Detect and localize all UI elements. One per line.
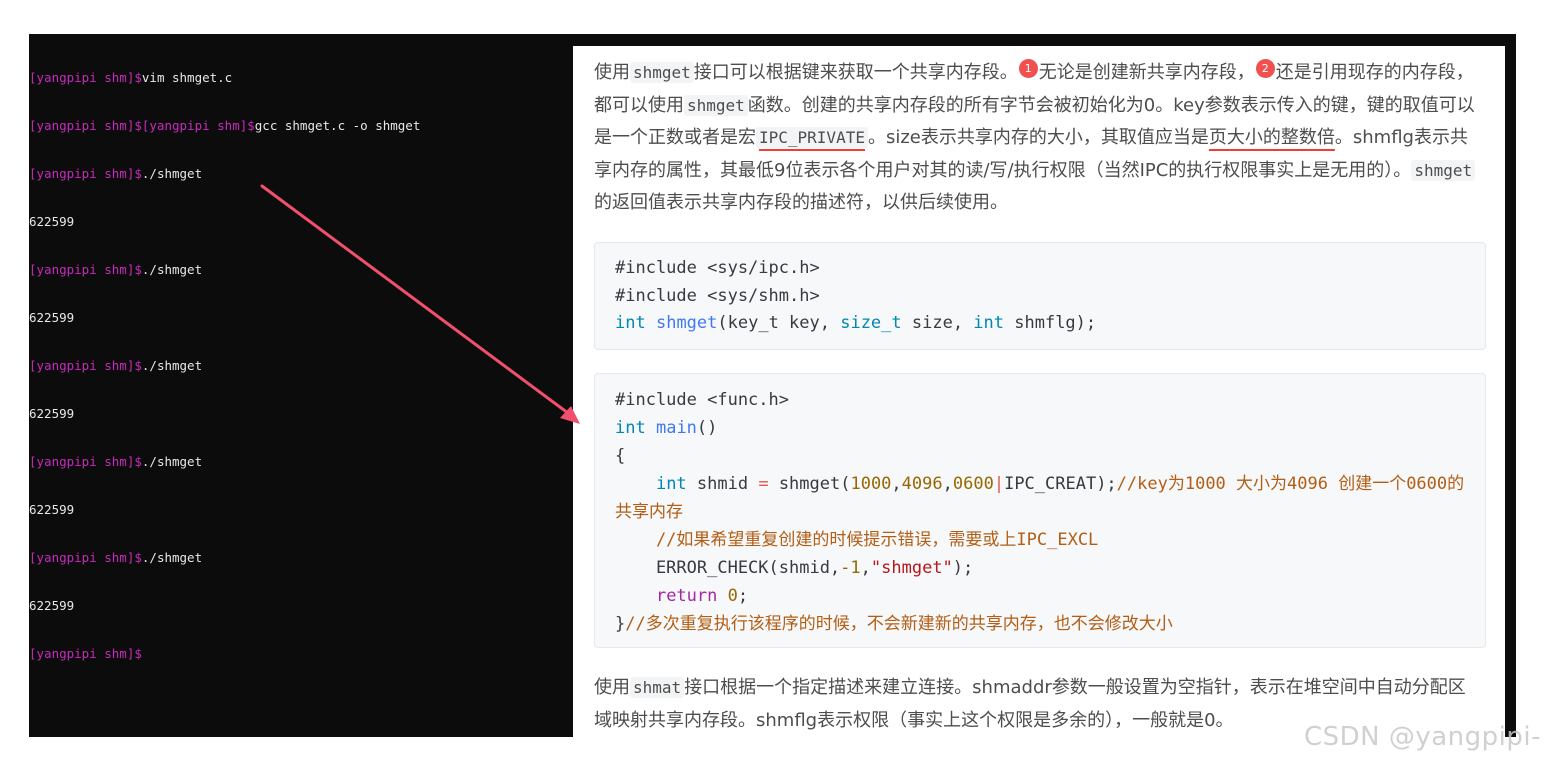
- terminal-prompt: [yangpipi shm]$: [29, 646, 142, 661]
- code-number: 0600: [952, 474, 994, 494]
- text-run: 使用: [594, 677, 630, 698]
- code-line: return 0;: [615, 582, 1485, 610]
- article-panel: 使用 shmget 接口可以根据键来获取一个共享内存段。 1 无论是创建新共享内存段， 2…: [573, 46, 1505, 737]
- terminal-output-text: 622599: [29, 598, 75, 613]
- inline-code-shmget: shmget: [630, 62, 694, 83]
- code-line: #include <sys/ipc.h>: [615, 258, 820, 278]
- code-line: ERROR_CHECK(shmid,-1,"shmget");: [615, 554, 1485, 582]
- terminal-prompt: [yangpipi shm]$: [29, 454, 142, 469]
- underlined-page-size-text: 页大小的整数倍: [1208, 127, 1335, 148]
- code-number: 0: [727, 586, 738, 606]
- code-text: IPC_CREAT);: [1004, 474, 1117, 494]
- code-number: -1: [840, 558, 861, 578]
- terminal-command: ./shmget: [141, 358, 203, 373]
- code-text: ,: [891, 474, 902, 494]
- terminal-line: 622599: [29, 502, 420, 518]
- text-run: 无论是创建新共享内存段，: [1038, 62, 1255, 83]
- text-run: 的返回值表示共享内存段的描述符，以供后续使用。: [594, 192, 1008, 213]
- code-comment: //多次重复执行该程序的时候，不会新建新的共享内存，也不会修改大小: [625, 614, 1173, 634]
- annotation-badge-2: 2: [1255, 59, 1275, 78]
- terminal-line: [yangpipi shm]$./shmget: [29, 550, 420, 566]
- terminal-prompt: [yangpipi shm]$: [29, 166, 142, 181]
- terminal-command: ./shmget: [141, 454, 203, 469]
- code-keyword: return: [655, 586, 718, 606]
- terminal-output-text: 622599: [29, 214, 75, 229]
- inline-code-ipc-private: IPC_PRIVATE: [756, 127, 868, 148]
- terminal-command: vim shmget.c: [141, 70, 233, 85]
- code-text: (key_t key,: [717, 313, 841, 333]
- code-text: shmid: [686, 474, 759, 494]
- shmget-description: 使用 shmget 接口可以根据键来获取一个共享内存段。 1 无论是创建新共享内存段， 2…: [594, 57, 1482, 220]
- terminal-line: 622599: [29, 598, 420, 614]
- terminal-line: [yangpipi shm]$./shmget: [29, 454, 420, 470]
- terminal-line: [yangpipi shm]$./shmget: [29, 358, 420, 374]
- annotation-badge-1: 1: [1018, 59, 1038, 78]
- terminal-line: 622599: [29, 214, 420, 230]
- terminal-prompt: [yangpipi shm]$: [29, 70, 142, 85]
- terminal-prompt: [yangpipi shm]$: [29, 550, 142, 565]
- code-keyword: size_t: [840, 313, 902, 333]
- inline-code-shmget: shmget: [1411, 159, 1476, 181]
- code-operator: |: [993, 474, 1005, 494]
- terminal-line: [yangpipi shm]$./shmget: [29, 262, 420, 278]
- terminal-prompt: [yangpipi shm]$: [29, 358, 142, 373]
- terminal-command: ./shmget: [141, 166, 203, 181]
- terminal-line: [yangpipi shm]$: [29, 646, 420, 662]
- code-text: shmflg);: [1004, 313, 1097, 333]
- code-line: #include <func.h>: [615, 390, 789, 410]
- code-block-shmget-prototype[interactable]: #include <sys/ipc.h> #include <sys/shm.h…: [594, 242, 1486, 350]
- code-text: ,: [942, 474, 953, 494]
- code-string: "shmget": [870, 558, 953, 578]
- code-keyword: int: [655, 474, 687, 494]
- code-text: ;: [737, 586, 749, 606]
- code-operator: =: [758, 474, 769, 494]
- code-line: int shmget(key_t key, size_t size, int s…: [615, 310, 1485, 338]
- code-line: {: [615, 446, 626, 466]
- csdn-watermark: CSDN @yangpipi-: [1303, 722, 1541, 752]
- code-number: 1000: [850, 474, 892, 494]
- terminal-output-text: 622599: [29, 406, 75, 421]
- code-line: int main(): [615, 414, 1485, 442]
- code-text: shmget(: [768, 474, 851, 494]
- terminal-command: gcc shmget.c -o shmget: [254, 118, 421, 133]
- code-keyword: int: [615, 313, 646, 333]
- terminal-output-text: 622599: [29, 502, 75, 517]
- terminal-line: 622599: [29, 406, 420, 422]
- inline-code-shmget: shmget: [684, 94, 748, 116]
- code-line: #include <sys/shm.h>: [615, 285, 820, 306]
- code-text: (): [696, 418, 718, 438]
- terminal-command: ./shmget: [141, 550, 203, 565]
- terminal-command: ./shmget: [141, 262, 203, 277]
- code-number: 4096: [901, 474, 943, 494]
- code-keyword: int: [615, 418, 646, 438]
- inline-code-shmat: shmat: [630, 677, 685, 698]
- code-block-main-example[interactable]: #include <func.h> int main() { int shmid…: [594, 373, 1486, 648]
- code-text: }: [615, 614, 626, 634]
- code-keyword: int: [973, 313, 1005, 333]
- text-run: 。size表示共享内存的大小，其取值应当是: [867, 127, 1209, 148]
- code-text: size,: [901, 313, 974, 333]
- terminal-prompt: [yangpipi shm]$[yangpipi shm]$: [29, 118, 255, 133]
- terminal-line: 622599: [29, 310, 420, 326]
- code-text: );: [952, 558, 974, 578]
- terminal-line: [yangpipi shm]$[yangpipi shm]$gcc shmget…: [29, 118, 420, 134]
- text-run: 使用: [594, 62, 630, 83]
- text-run: 接口可以根据键来获取一个共享内存段。: [693, 62, 1018, 83]
- code-text: ERROR_CHECK(shmid,: [615, 558, 841, 578]
- code-line: int shmid = shmget(1000,4096,0600|IPC_CR…: [615, 470, 1477, 526]
- terminal-prompt: [yangpipi shm]$: [29, 262, 142, 277]
- terminal-line: [yangpipi shm]$vim shmget.c: [29, 70, 420, 86]
- terminal-output-text: 622599: [29, 310, 75, 325]
- code-function: shmget: [655, 313, 718, 333]
- terminal-output: [yangpipi shm]$vim shmget.c [yangpipi sh…: [29, 38, 420, 694]
- code-line: }//多次重复执行该程序的时候，不会新建新的共享内存，也不会修改大小: [615, 610, 1485, 638]
- code-comment-line: //如果希望重复创建的时候提示错误，需要或上IPC_EXCL: [615, 530, 1099, 550]
- terminal-line: [yangpipi shm]$./shmget: [29, 166, 420, 182]
- code-text: ,: [860, 558, 871, 578]
- code-function: main: [655, 418, 697, 438]
